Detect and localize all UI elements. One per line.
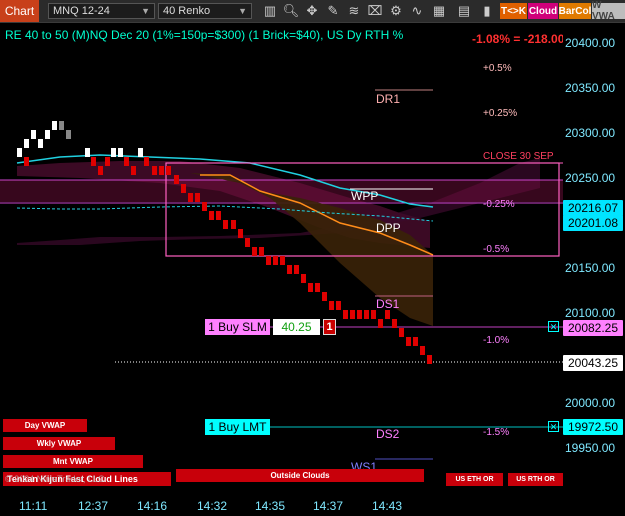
price-tick: 20300.00 bbox=[565, 126, 616, 140]
price-axis[interactable]: 20400.00 20350.00 20300.00 20250.00 2015… bbox=[563, 23, 625, 493]
buy-lmt-order-label[interactable]: 1 Buy LMT bbox=[205, 419, 270, 435]
price-tag-buy-lmt: 19972.50 bbox=[563, 419, 623, 435]
bar-type-value: 40 Renko bbox=[163, 5, 211, 17]
layers-icon[interactable]: ≋ bbox=[345, 2, 363, 20]
chart-trader-icon[interactable]: ▤ bbox=[455, 2, 473, 20]
close-icon[interactable]: ✕ bbox=[548, 321, 559, 332]
toolbar: Chart MNQ 12-24 ▼ 40 Renko ▼ ▥ 🔍︎ ✥ ✎ ≋ … bbox=[0, 0, 625, 23]
chart-tab[interactable]: Chart bbox=[0, 0, 39, 22]
renko-up-bricks bbox=[17, 121, 143, 157]
level-close: CLOSE 30 SEP bbox=[483, 151, 554, 162]
level-n05: -0.5% bbox=[483, 244, 510, 255]
wkly-vwap-button[interactable]: Wkly VWAP bbox=[3, 437, 115, 450]
properties-icon[interactable]: ⚙ bbox=[387, 2, 405, 20]
us-rth-or-button[interactable]: US RTH OR bbox=[508, 473, 563, 486]
chart-title: RE 40 to 50 (M)NQ Dec 20 (1%=150p=$300) … bbox=[5, 28, 404, 42]
instrument-selector[interactable]: MNQ 12-24 ▼ bbox=[48, 3, 155, 19]
barcol-button[interactable]: BarCol bbox=[559, 3, 591, 19]
tk-button[interactable]: T<>K bbox=[500, 3, 527, 19]
buy-slm-order-label[interactable]: 1 Buy SLM bbox=[205, 319, 270, 335]
price-tick: 20100.00 bbox=[565, 306, 616, 320]
price-tag-buy-slm: 20082.25 bbox=[563, 320, 623, 336]
zoom-icon[interactable]: 🔍︎ bbox=[282, 2, 300, 20]
copyright: © 2024 NinjaTrader, LLC bbox=[5, 474, 105, 484]
price-tick: 20400.00 bbox=[565, 36, 616, 50]
mnt-vwap-button[interactable]: Mnt VWAP bbox=[3, 455, 143, 468]
pivot-dpp: DPP bbox=[376, 221, 401, 235]
instrument-value: MNQ 12-24 bbox=[53, 5, 110, 17]
time-tick: 11:11 bbox=[19, 499, 48, 513]
day-vwap-button[interactable]: Day VWAP bbox=[3, 419, 87, 432]
price-tick: 20150.00 bbox=[565, 261, 616, 275]
time-tick: 14:16 bbox=[137, 499, 168, 513]
price-tick: 20000.00 bbox=[565, 396, 616, 410]
chevron-down-icon: ▼ bbox=[238, 6, 247, 16]
pivot-dr1: DR1 bbox=[376, 92, 401, 106]
indicators-icon[interactable]: ∿ bbox=[408, 2, 426, 20]
buy-slm-price[interactable]: 40.25 bbox=[273, 319, 320, 335]
outside-clouds-button[interactable]: Outside Clouds bbox=[176, 469, 424, 482]
chevron-down-icon: ▼ bbox=[141, 6, 150, 16]
price-tag-vwap: 20201.08 bbox=[563, 215, 623, 231]
level-p05: +0.5% bbox=[483, 63, 512, 74]
level-n025: -0.25% bbox=[483, 199, 515, 210]
pivot-ds2: DS2 bbox=[376, 427, 400, 441]
bars-chart-icon[interactable]: ▥ bbox=[261, 2, 279, 20]
level-n15: -1.5% bbox=[483, 427, 510, 438]
time-tick: 14:43 bbox=[372, 499, 403, 513]
pivot-ds1: DS1 bbox=[376, 297, 400, 311]
close-icon[interactable]: ✕ bbox=[548, 421, 559, 432]
us-eth-or-button[interactable]: US ETH OR bbox=[446, 473, 503, 486]
time-tick: 14:35 bbox=[255, 499, 286, 513]
time-axis[interactable]: 11:11 12:37 14:16 14:32 14:35 14:37 14:4… bbox=[0, 493, 563, 516]
bar-type-selector[interactable]: 40 Renko ▼ bbox=[158, 3, 252, 19]
time-tick: 14:32 bbox=[197, 499, 228, 513]
price-tick: 20250.00 bbox=[565, 171, 616, 185]
time-tick: 12:37 bbox=[78, 499, 109, 513]
chart-panel[interactable]: RE 40 to 50 (M)NQ Dec 20 (1%=150p=$300) … bbox=[0, 23, 565, 493]
pencil-icon[interactable]: ✎ bbox=[324, 2, 342, 20]
price-tag-wpp: 20216.07 bbox=[563, 200, 623, 216]
grid-icon[interactable]: ▦ bbox=[430, 2, 448, 20]
price-tag-last: 20043.25 bbox=[563, 355, 623, 371]
crosshair-icon[interactable]: ✥ bbox=[303, 2, 321, 20]
price-tick: 20350.00 bbox=[565, 81, 616, 95]
price-tick: 19950.00 bbox=[565, 441, 616, 455]
bar-icon[interactable]: ▮ bbox=[478, 2, 496, 20]
wvwap-button[interactable]: W VWA bbox=[592, 0, 625, 22]
pnl-label: -1.08% = -218.00 bbox=[472, 32, 565, 46]
buy-slm-quantity[interactable]: 1 bbox=[323, 319, 336, 335]
level-n10: -1.0% bbox=[483, 335, 510, 346]
chart-tab-label: Chart bbox=[4, 4, 35, 18]
time-tick: 14:37 bbox=[313, 499, 344, 513]
camera-icon[interactable]: ⌧ bbox=[366, 2, 384, 20]
pivot-wpp: WPP bbox=[351, 189, 379, 203]
level-p025: +0.25% bbox=[483, 108, 518, 119]
cloud-button[interactable]: Cloud bbox=[528, 3, 558, 19]
